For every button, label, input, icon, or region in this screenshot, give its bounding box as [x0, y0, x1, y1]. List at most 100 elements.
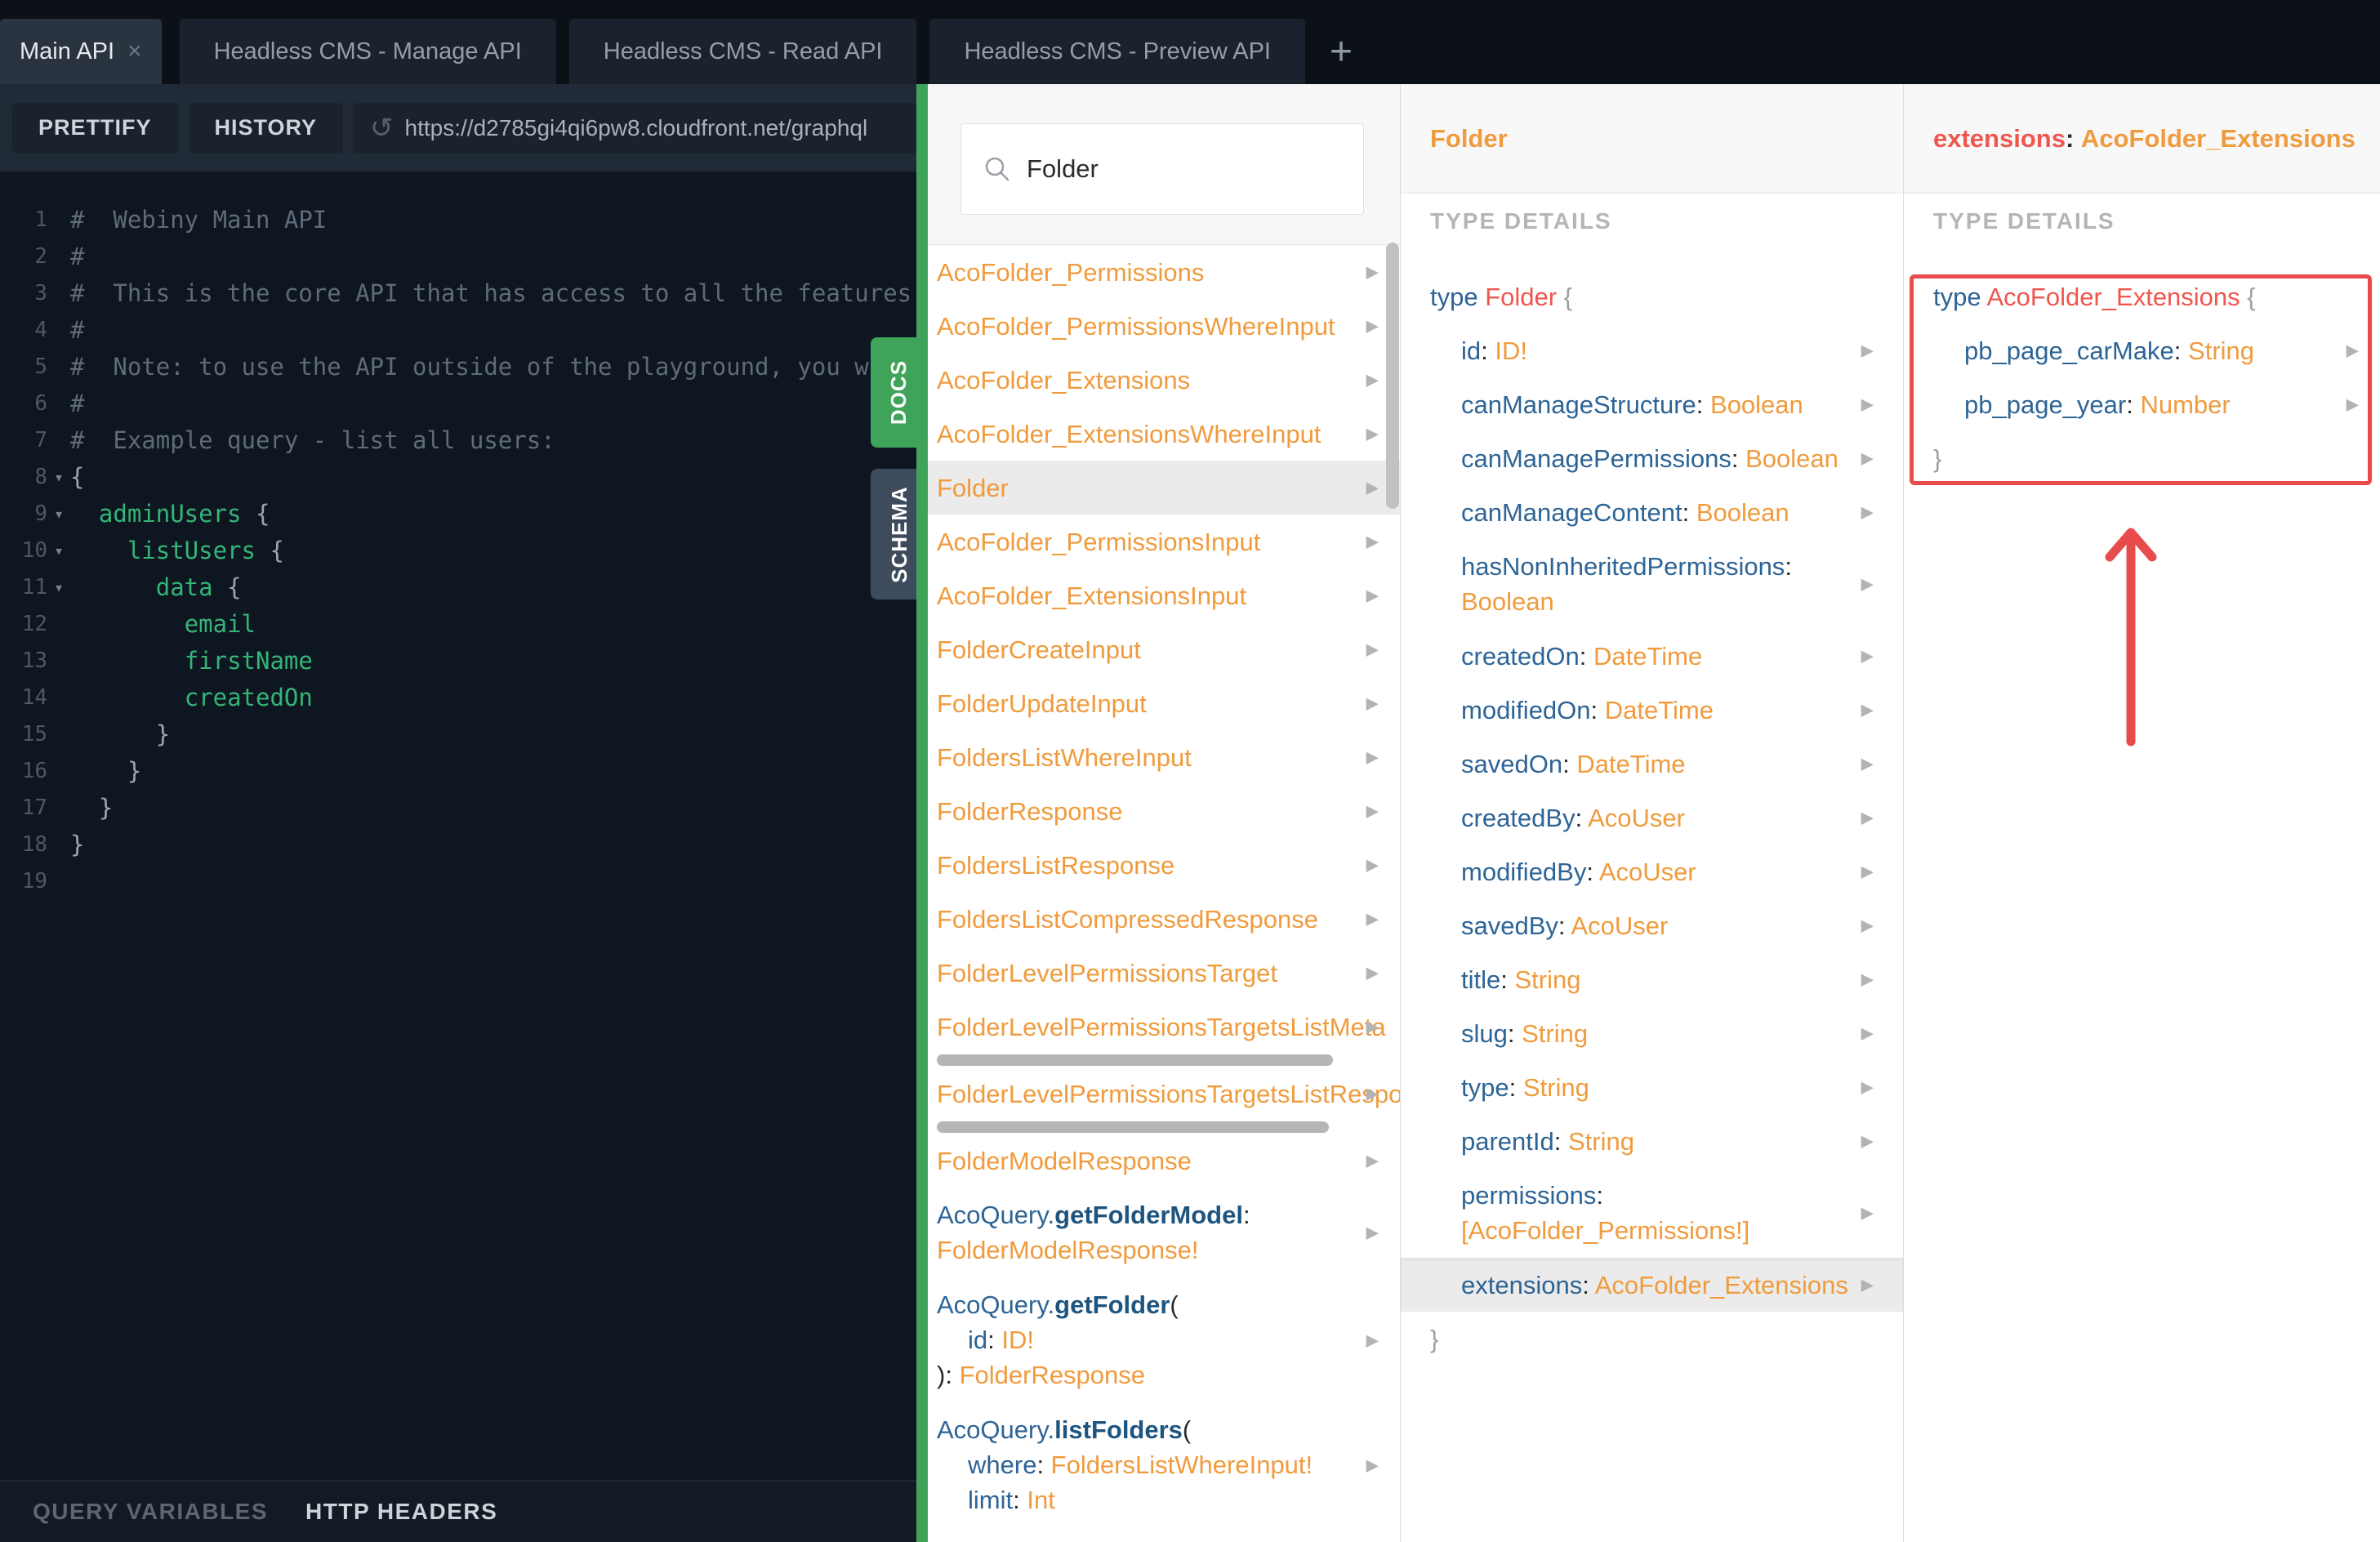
field-row[interactable]: permissions: [AcoFolder_Permissions!] ▶: [1401, 1168, 1903, 1258]
type-list-item[interactable]: AcoQuery.getFolderModel: FolderModelRespo…: [928, 1188, 1400, 1277]
field-row[interactable]: type AcoFolder_Extensions {: [1904, 270, 2380, 323]
docs-panel-divider[interactable]: [916, 84, 928, 1542]
type-list-item[interactable]: AcoQuery.listFolders(where: FoldersListW…: [928, 1402, 1400, 1527]
fold-arrow-icon[interactable]: ▾: [47, 577, 70, 597]
chevron-right-icon[interactable]: ▶: [1861, 969, 1874, 990]
http-headers-tab[interactable]: HTTP HEADERS: [305, 1499, 497, 1525]
type-list-item[interactable]: AcoFolder_Permissions ▶: [928, 245, 1400, 299]
chevron-right-icon[interactable]: ▶: [1366, 262, 1379, 283]
chevron-right-icon[interactable]: ▶: [1366, 640, 1379, 660]
type-list-item[interactable]: FolderLevelPermissionsTargetsListMeta ▶: [928, 1000, 1400, 1054]
fold-arrow-icon[interactable]: ▾: [47, 467, 70, 487]
chevron-right-icon[interactable]: ▶: [1861, 700, 1874, 720]
chevron-right-icon[interactable]: ▶: [1861, 1275, 1874, 1295]
chevron-right-icon[interactable]: ▶: [1861, 646, 1874, 666]
field-row[interactable]: parentId: String ▶: [1401, 1114, 1903, 1168]
horizontal-scrollbar-thumb[interactable]: [937, 1054, 1333, 1066]
schema-search-input[interactable]: Folder: [960, 123, 1364, 215]
field-row[interactable]: }: [1904, 431, 2380, 485]
type-list-item[interactable]: FolderUpdateInput ▶: [928, 676, 1400, 730]
field-row[interactable]: savedBy: AcoUser ▶: [1401, 898, 1903, 952]
field-row[interactable]: slug: String ▶: [1401, 1006, 1903, 1060]
field-row[interactable]: type: String ▶: [1401, 1060, 1903, 1114]
type-list-item[interactable]: Folder ▶: [928, 461, 1400, 515]
type-list-item[interactable]: FolderCreateInput ▶: [928, 622, 1400, 676]
field-row[interactable]: }: [1401, 1312, 1903, 1366]
chevron-right-icon[interactable]: ▶: [1366, 963, 1379, 983]
chevron-right-icon[interactable]: ▶: [1366, 1151, 1379, 1171]
type-list-item[interactable]: AcoFolder_PermissionsInput ▶: [928, 515, 1400, 568]
chevron-right-icon[interactable]: ▶: [1366, 855, 1379, 876]
type-list-item[interactable]: FoldersListResponse ▶: [928, 838, 1400, 892]
chevron-right-icon[interactable]: ▶: [1366, 801, 1379, 822]
horizontal-scrollbar-thumb[interactable]: [937, 1121, 1329, 1133]
type-list-item[interactable]: AcoFolder_Extensions ▶: [928, 353, 1400, 407]
tab-main-api[interactable]: Main API ×: [0, 19, 162, 84]
chevron-right-icon[interactable]: ▶: [1366, 532, 1379, 552]
field-row[interactable]: canManagePermissions: Boolean ▶: [1401, 431, 1903, 485]
chevron-right-icon[interactable]: ▶: [1861, 1131, 1874, 1152]
type-list-item[interactable]: FolderLevelPermissionsTarget ▶: [928, 946, 1400, 1000]
prettify-button[interactable]: PRETTIFY: [12, 102, 178, 154]
type-list-item[interactable]: FolderModelResponse ▶: [928, 1134, 1400, 1188]
type-list-item[interactable]: AcoFolder_ExtensionsWhereInput ▶: [928, 407, 1400, 461]
chevron-right-icon[interactable]: ▶: [1366, 1017, 1379, 1037]
add-tab-button[interactable]: +: [1318, 19, 1364, 84]
chevron-right-icon[interactable]: ▶: [1366, 586, 1379, 606]
endpoint-url-field[interactable]: ↺ https://d2785gi4qi6pw8.cloudfront.net/…: [354, 102, 916, 154]
vertical-scrollbar-thumb[interactable]: [1386, 243, 1399, 509]
chevron-right-icon[interactable]: ▶: [1366, 1455, 1379, 1475]
type-list-item[interactable]: FolderLevelPermissionsTargetsListRespons…: [928, 1067, 1400, 1121]
chevron-right-icon[interactable]: ▶: [1861, 808, 1874, 828]
field-row[interactable]: type Folder {: [1401, 270, 1903, 323]
chevron-right-icon[interactable]: ▶: [2347, 341, 2359, 361]
chevron-right-icon[interactable]: ▶: [1366, 909, 1379, 929]
fold-arrow-icon[interactable]: ▾: [47, 504, 70, 524]
field-row[interactable]: hasNonInheritedPermissions: Boolean ▶: [1401, 539, 1903, 629]
chevron-right-icon[interactable]: ▶: [1861, 862, 1874, 882]
type-list-item[interactable]: FoldersListWhereInput ▶: [928, 730, 1400, 784]
field-row[interactable]: createdBy: AcoUser ▶: [1401, 791, 1903, 845]
chevron-right-icon[interactable]: ▶: [1366, 1223, 1379, 1243]
docs-side-tab[interactable]: DOCS: [871, 337, 928, 448]
chevron-right-icon[interactable]: ▶: [1366, 1330, 1379, 1350]
query-variables-tab[interactable]: QUERY VARIABLES: [33, 1499, 268, 1525]
chevron-right-icon[interactable]: ▶: [1861, 448, 1874, 469]
chevron-right-icon[interactable]: ▶: [1366, 316, 1379, 336]
tab-headless-cms-manage-api[interactable]: Headless CMS - Manage API: [179, 19, 556, 84]
chevron-right-icon[interactable]: ▶: [1366, 370, 1379, 390]
chevron-right-icon[interactable]: ▶: [1861, 574, 1874, 595]
field-row[interactable]: pb_page_carMake: String ▶: [1904, 323, 2380, 377]
history-button[interactable]: HISTORY: [188, 102, 344, 154]
chevron-right-icon[interactable]: ▶: [1861, 1203, 1874, 1223]
fold-arrow-icon[interactable]: ▾: [47, 541, 70, 560]
chevron-right-icon[interactable]: ▶: [1366, 747, 1379, 768]
field-row[interactable]: savedOn: DateTime ▶: [1401, 737, 1903, 791]
field-row[interactable]: id: ID! ▶: [1401, 323, 1903, 377]
field-row[interactable]: createdOn: DateTime ▶: [1401, 629, 1903, 683]
chevron-right-icon[interactable]: ▶: [1861, 341, 1874, 361]
chevron-right-icon[interactable]: ▶: [1861, 754, 1874, 774]
field-row[interactable]: modifiedOn: DateTime ▶: [1401, 683, 1903, 737]
chevron-right-icon[interactable]: ▶: [2347, 394, 2359, 415]
chevron-right-icon[interactable]: ▶: [1366, 693, 1379, 714]
field-row[interactable]: pb_page_year: Number ▶: [1904, 377, 2380, 431]
field-row[interactable]: canManageContent: Boolean ▶: [1401, 485, 1903, 539]
query-editor[interactable]: 1 # Webiny Main API 2 #3 # This is the core …: [0, 172, 916, 1480]
type-list-item[interactable]: FolderResponse ▶: [928, 784, 1400, 838]
field-row[interactable]: extensions: AcoFolder_Extensions ▶: [1401, 1258, 1903, 1312]
type-list-item[interactable]: FoldersListCompressedResponse ▶: [928, 892, 1400, 946]
close-tab-icon[interactable]: ×: [127, 39, 142, 64]
chevron-right-icon[interactable]: ▶: [1861, 1077, 1874, 1098]
type-list-item[interactable]: AcoQuery.getFolder(id: ID!): FolderRespo…: [928, 1277, 1400, 1402]
type-list-item[interactable]: AcoFolder_PermissionsWhereInput ▶: [928, 299, 1400, 353]
chevron-right-icon[interactable]: ▶: [1861, 1023, 1874, 1044]
chevron-right-icon[interactable]: ▶: [1366, 424, 1379, 444]
tab-headless-cms-preview-api[interactable]: Headless CMS - Preview API: [929, 19, 1305, 84]
chevron-right-icon[interactable]: ▶: [1861, 916, 1874, 936]
chevron-right-icon[interactable]: ▶: [1366, 478, 1379, 498]
field-row[interactable]: canManageStructure: Boolean ▶: [1401, 377, 1903, 431]
tab-headless-cms-read-api[interactable]: Headless CMS - Read API: [568, 19, 917, 84]
reload-icon[interactable]: ↺: [370, 114, 394, 142]
chevron-right-icon[interactable]: ▶: [1861, 394, 1874, 415]
